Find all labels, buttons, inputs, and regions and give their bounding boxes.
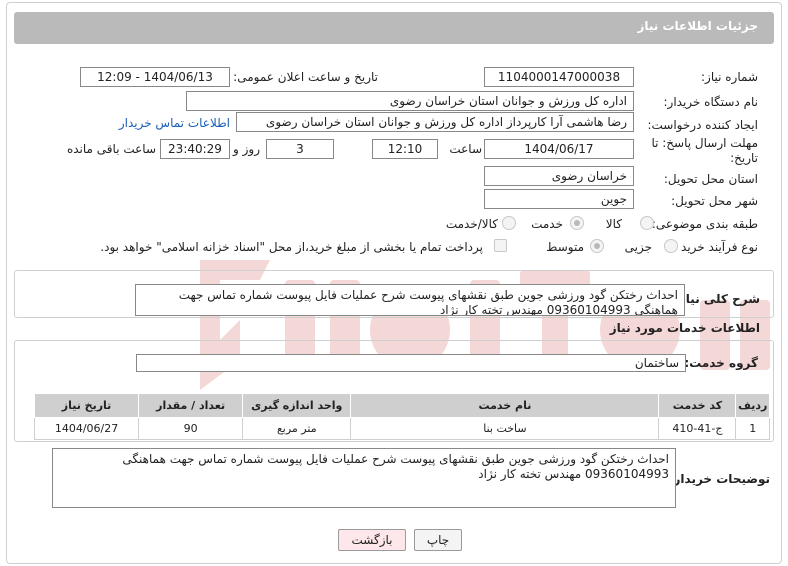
services-table-header: ردیف کد خدمت نام خدمت واحد اندازه گیری ت… <box>33 393 770 418</box>
requester-label: ایجاد کننده درخواست: <box>647 118 758 132</box>
buyer-contact-link[interactable]: اطلاعات تماس خریدار <box>119 116 230 130</box>
col-service-code: کد خدمت <box>658 393 737 418</box>
services-table: ردیف کد خدمت نام خدمت واحد اندازه گیری ت… <box>33 393 770 440</box>
province-label: استان محل تحویل: <box>663 172 758 186</box>
category-option-goods: کالا <box>605 217 622 231</box>
need-number-label: شماره نیاز: <box>701 70 758 84</box>
print-button[interactable]: چاپ <box>414 529 462 551</box>
category-radio-both[interactable] <box>502 216 516 230</box>
page-title: جزئیات اطلاعات نیاز <box>637 19 758 33</box>
deadline-time-field: 12:10 <box>372 139 438 159</box>
category-label: طبقه بندی موضوعی: <box>651 217 758 231</box>
process-radio-minor[interactable] <box>664 239 678 253</box>
announce-field: 1404/06/13 - 12:09 <box>80 67 230 87</box>
cell-service-code: ج-41-410 <box>658 417 737 440</box>
city-field: جوین <box>484 189 634 209</box>
table-row: 1 ج-41-410 ساخت بنا متر مربع 90 1404/06/… <box>33 417 770 440</box>
back-button[interactable]: بازگشت <box>338 529 406 551</box>
days-field: 3 <box>266 139 334 159</box>
service-group-field: ساختمان <box>136 354 686 372</box>
deadline-date-field: 1404/06/17 <box>484 139 634 159</box>
category-option-both: کالا/خدمت <box>445 217 498 231</box>
deadline-time-label: ساعت <box>449 142 482 156</box>
province-field: خراسان رضوی <box>484 166 634 186</box>
category-option-service: خدمت <box>531 217 563 231</box>
cell-quantity: 90 <box>138 417 244 440</box>
services-section-title: اطلاعات خدمات مورد نیاز <box>609 321 760 335</box>
buyer-notes-label: توضیحات خریدار: <box>668 472 770 486</box>
summary-label: شرح کلی نیاز: <box>674 292 760 306</box>
page-header: جزئیات اطلاعات نیاز <box>14 12 774 44</box>
treasury-payment-checkbox[interactable] <box>494 239 507 252</box>
days-label: روز و <box>233 142 260 156</box>
service-group-label: گروه خدمت: <box>684 356 758 370</box>
process-label: نوع فرآیند خرید : <box>673 240 758 254</box>
process-radio-medium[interactable] <box>590 239 604 253</box>
cell-row-number: 1 <box>735 417 770 440</box>
buyer-org-field: اداره کل ورزش و جوانان استان خراسان رضوی <box>186 91 634 111</box>
city-label: شهر محل تحویل: <box>671 194 758 208</box>
announce-label: تاریخ و ساعت اعلان عمومی: <box>233 70 378 84</box>
deadline-label: مهلت ارسال پاسخ: تا <box>651 136 758 150</box>
deadline-label-date: تاریخ: <box>730 151 758 165</box>
summary-text: احداث رختکن گود ورزشی جوین طبق نقشهای پی… <box>135 284 685 316</box>
buyer-org-label: نام دستگاه خریدار: <box>663 95 759 109</box>
payment-note: پرداخت تمام یا بخشی از مبلغ خرید،از محل … <box>100 240 483 254</box>
buyer-notes-text: احداث رختکن گود ورزشی جوین طبق نقشهای پی… <box>52 448 676 508</box>
col-row-number: ردیف <box>735 393 770 418</box>
need-number-field: 1104000147000038 <box>484 67 634 87</box>
remaining-time-field: 23:40:29 <box>160 139 230 159</box>
process-option-medium: متوسط <box>546 240 584 254</box>
category-radio-service[interactable] <box>570 216 584 230</box>
col-service-name: نام خدمت <box>350 393 660 418</box>
col-need-date: تاریخ نیاز <box>33 393 140 418</box>
process-option-minor: جزیی <box>624 240 652 254</box>
col-unit: واحد اندازه گیری <box>242 393 352 418</box>
cell-unit: متر مربع <box>242 417 352 440</box>
requester-field: رضا هاشمی آرا کارپرداز اداره کل ورزش و ج… <box>236 112 634 132</box>
col-quantity: تعداد / مقدار <box>138 393 244 418</box>
remaining-label: ساعت باقی مانده <box>66 142 156 156</box>
cell-need-date: 1404/06/27 <box>33 417 140 440</box>
cell-service-name: ساخت بنا <box>350 417 660 440</box>
category-radio-goods[interactable] <box>640 216 654 230</box>
